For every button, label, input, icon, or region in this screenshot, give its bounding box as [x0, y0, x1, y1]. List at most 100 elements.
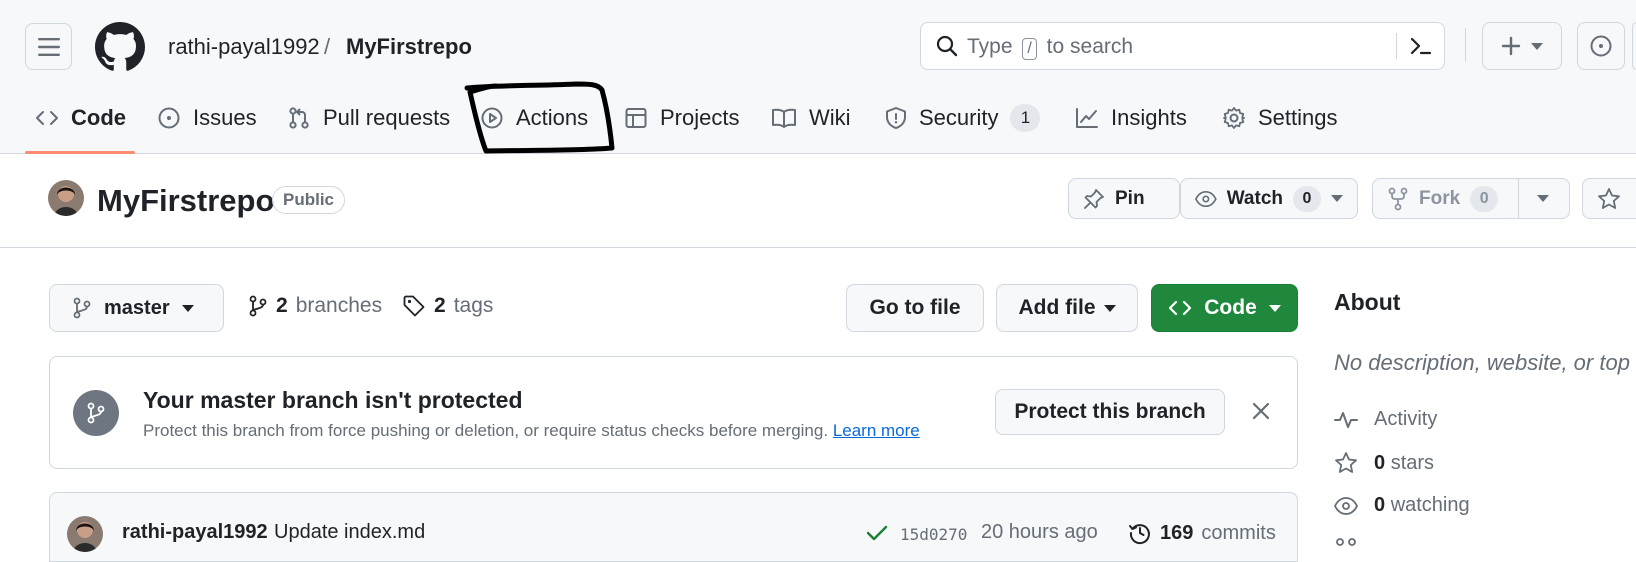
- security-count-badge: 1: [1010, 104, 1041, 132]
- tab-security[interactable]: Security 1: [885, 96, 1041, 140]
- fork-label: Fork: [1419, 187, 1461, 209]
- tab-label: Settings: [1258, 105, 1338, 130]
- tab-label: Security: [919, 105, 999, 130]
- pull-requests-button[interactable]: [1632, 22, 1636, 70]
- commits-count: 169: [1160, 521, 1194, 544]
- chevron-down-icon: [1537, 195, 1550, 202]
- issues-button[interactable]: [1577, 22, 1625, 70]
- tab-projects[interactable]: Projects: [624, 96, 739, 140]
- fork-count: 0: [1470, 185, 1499, 212]
- tab-label: Wiki: [809, 105, 851, 130]
- github-logo-icon[interactable]: [95, 22, 145, 72]
- tab-settings[interactable]: Settings: [1222, 96, 1338, 140]
- search-placeholder-prefix: Type: [967, 35, 1013, 58]
- tab-label: Insights: [1111, 105, 1187, 130]
- star-icon: [1598, 187, 1620, 209]
- chevron-down-icon: [1531, 42, 1543, 50]
- header-divider: [1465, 28, 1466, 62]
- go-to-file-button[interactable]: Go to file: [846, 284, 984, 332]
- code-dropdown-button[interactable]: Code: [1151, 284, 1298, 332]
- menu-button[interactable]: [25, 23, 72, 70]
- graph-icon: [1076, 108, 1098, 128]
- tab-label: Pull requests: [323, 105, 451, 130]
- search-placeholder: Type / to search: [967, 34, 1133, 60]
- table-icon: [625, 108, 647, 128]
- tag-icon: [403, 295, 425, 317]
- repo-title[interactable]: MyFirstrepo: [97, 183, 274, 219]
- hamburger-icon: [37, 37, 60, 56]
- tab-label: Projects: [660, 105, 740, 130]
- commits-label: commits: [1201, 521, 1276, 544]
- learn-more-link[interactable]: Learn more: [833, 421, 920, 440]
- tags-link[interactable]: 2 tags: [402, 294, 493, 318]
- branch-icon: [249, 295, 267, 317]
- commit-author-avatar[interactable]: [67, 516, 103, 552]
- activity-link[interactable]: Activity: [1334, 408, 1437, 431]
- code-label: Code: [1204, 296, 1257, 319]
- code-icon: [36, 111, 58, 125]
- commit-message[interactable]: Update index.md: [274, 521, 425, 544]
- branch-name: master: [104, 296, 170, 319]
- breadcrumb-owner[interactable]: rathi-payal1992: [168, 33, 320, 61]
- banner-description-text: Protect this branch from force pushing o…: [143, 421, 829, 440]
- tab-insights[interactable]: Insights: [1075, 96, 1187, 140]
- protect-branch-button[interactable]: Protect this branch: [995, 389, 1225, 435]
- eye-icon: [1195, 190, 1217, 207]
- watching-count: 0: [1374, 494, 1386, 516]
- watching-label: watching: [1390, 494, 1470, 516]
- fork-icon: [1388, 187, 1408, 210]
- active-tab-underline: [25, 151, 135, 154]
- issue-circle-icon: [1590, 35, 1612, 57]
- close-icon[interactable]: [1248, 398, 1274, 424]
- chevron-down-icon: [181, 304, 194, 312]
- add-file-button[interactable]: Add file: [996, 284, 1138, 332]
- issue-circle-icon: [158, 107, 180, 129]
- owner-avatar[interactable]: [48, 180, 84, 216]
- branches-link[interactable]: 2 branches: [248, 294, 382, 318]
- tab-issues[interactable]: Issues: [157, 96, 257, 140]
- search-input[interactable]: Type / to search: [920, 22, 1445, 70]
- chevron-down-icon: [1268, 304, 1281, 312]
- commits-link[interactable]: 169 commits: [1128, 521, 1276, 545]
- fork-button[interactable]: Fork 0: [1372, 178, 1570, 219]
- about-description: No description, website, or top: [1334, 350, 1630, 375]
- stars-link[interactable]: 0 stars: [1334, 451, 1434, 475]
- search-icon: [936, 35, 958, 57]
- banner-title: Your master branch isn't protected: [143, 387, 523, 413]
- star-button[interactable]: [1582, 178, 1636, 219]
- tab-label: Issues: [193, 105, 257, 130]
- watch-count: 0: [1293, 185, 1321, 212]
- chevron-down-icon: [1331, 195, 1343, 202]
- watching-link[interactable]: 0 watching: [1334, 494, 1470, 517]
- branch-icon: [73, 297, 91, 319]
- add-file-label: Add file: [1018, 296, 1096, 319]
- check-icon[interactable]: [866, 524, 888, 542]
- star-icon: [1335, 452, 1357, 473]
- fork-divider: [1518, 178, 1520, 219]
- branch-selector[interactable]: master: [49, 284, 224, 332]
- tab-wiki[interactable]: Wiki: [771, 96, 851, 140]
- branches-label: branches: [295, 294, 383, 317]
- pin-icon: [1084, 188, 1104, 209]
- tab-label: Code: [71, 105, 126, 130]
- pin-label: Pin: [1115, 187, 1145, 209]
- history-icon: [1129, 524, 1150, 545]
- search-divider: [1396, 33, 1397, 59]
- breadcrumb-repo[interactable]: MyFirstrepo: [346, 33, 472, 61]
- commit-author[interactable]: rathi-payal1992: [122, 521, 268, 544]
- branch-protection-icon: [73, 390, 119, 436]
- create-new-button[interactable]: [1482, 22, 1562, 70]
- commit-time: 20 hours ago: [981, 521, 1098, 543]
- tab-code[interactable]: Code: [35, 96, 126, 140]
- pin-button[interactable]: Pin: [1068, 178, 1180, 219]
- commit-sha[interactable]: 15d0270: [900, 525, 967, 544]
- watch-label: Watch: [1226, 187, 1283, 209]
- pull-request-icon: [289, 107, 309, 129]
- command-palette-icon[interactable]: [1409, 35, 1433, 57]
- watch-button[interactable]: Watch 0: [1180, 178, 1358, 219]
- tab-pull-requests[interactable]: Pull requests: [287, 96, 450, 140]
- about-title: About: [1334, 289, 1401, 315]
- breadcrumb-separator: /: [324, 34, 331, 59]
- pulse-icon: [1334, 411, 1358, 428]
- highlight-annotation: [464, 81, 615, 154]
